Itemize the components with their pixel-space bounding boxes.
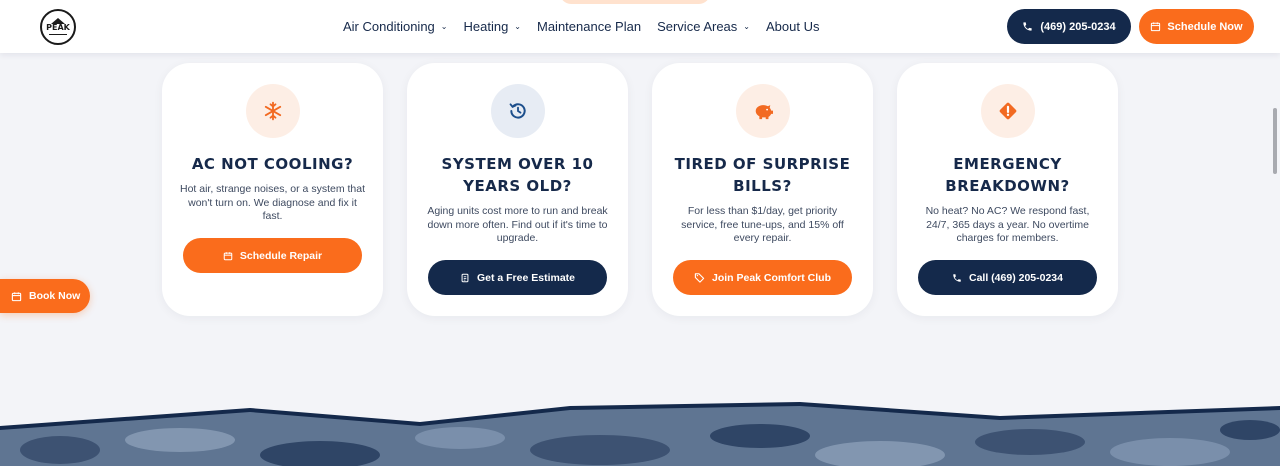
chevron-down-icon: ⌄ — [743, 22, 750, 31]
site-logo[interactable]: PEAK — [40, 9, 76, 45]
phone-number: (469) 205-0234 — [1040, 20, 1116, 33]
nav-item-maintenance-plan[interactable]: Maintenance Plan — [537, 19, 641, 34]
warning-icon — [999, 102, 1017, 120]
card-system-over-10-years: SYSTEM OVER 10 YEARS OLD? Aging units co… — [407, 63, 628, 316]
calendar-icon — [11, 291, 22, 301]
decorative-wave-section — [0, 402, 1280, 466]
button-label: Get a Free Estimate — [476, 271, 576, 284]
card-ac-not-cooling: AC NOT COOLING? Hot air, strange noises,… — [162, 63, 383, 316]
book-now-label: Book Now — [29, 290, 81, 302]
phone-icon — [1023, 22, 1032, 31]
snowflake-icon — [264, 101, 282, 121]
main-nav: Air Conditioning ⌄ Heating ⌄ Maintenance… — [343, 0, 835, 53]
card-body: Hot air, strange noises, or a system tha… — [180, 183, 366, 222]
nav-item-about-us[interactable]: About Us — [766, 19, 819, 34]
button-label: Call (469) 205-0234 — [969, 271, 1063, 284]
piggy-bank-icon — [755, 105, 773, 120]
schedule-now-label: Schedule Now — [1167, 20, 1243, 33]
card-title: EMERGENCY BREAKDOWN? — [945, 155, 1070, 195]
card-icon-circle — [736, 84, 790, 138]
join-comfort-club-button[interactable]: Join Peak Comfort Club — [673, 260, 852, 295]
nav-item-service-areas[interactable]: Service Areas ⌄ — [657, 19, 750, 34]
card-title: TIRED OF SURPRISE BILLS? — [674, 155, 851, 195]
card-title: AC NOT COOLING? — [191, 155, 354, 173]
document-icon — [461, 273, 469, 282]
card-body: No heat? No AC? We respond fast, 24/7, 3… — [925, 205, 1090, 244]
card-body: For less than $1/day, get priority servi… — [681, 205, 844, 244]
nav-item-heating[interactable]: Heating ⌄ — [463, 19, 521, 34]
nav-label: Service Areas — [657, 19, 738, 34]
card-emergency-breakdown: EMERGENCY BREAKDOWN? No heat? No AC? We … — [897, 63, 1118, 316]
chevron-down-icon: ⌄ — [514, 22, 521, 31]
scrollbar-thumb[interactable] — [1273, 108, 1277, 174]
card-body: Aging units cost more to run and break d… — [427, 205, 608, 244]
nav-label: About Us — [765, 19, 820, 34]
calendar-icon — [1151, 22, 1161, 32]
nav-label: Heating — [463, 19, 509, 34]
button-label: Join Peak Comfort Club — [711, 271, 831, 284]
phone-icon — [953, 273, 961, 282]
calendar-icon — [223, 251, 233, 260]
tag-icon — [694, 273, 705, 283]
schedule-repair-button[interactable]: Schedule Repair — [183, 238, 362, 273]
site-header: PEAK Air Conditioning ⌄ Heating ⌄ Mainte… — [0, 0, 1280, 53]
card-surprise-bills: TIRED OF SURPRISE BILLS? For less than $… — [652, 63, 873, 316]
logo-text: PEAK — [46, 22, 70, 32]
button-label: Schedule Repair — [239, 249, 323, 262]
book-now-tab[interactable]: Book Now — [0, 279, 90, 313]
nav-label: Air Conditioning — [343, 19, 435, 34]
nav-item-air-conditioning[interactable]: Air Conditioning ⌄ — [343, 19, 447, 34]
header-phone-button[interactable]: (469) 205-0234 — [1007, 9, 1131, 44]
card-icon-circle — [981, 84, 1035, 138]
logo-underline — [49, 33, 67, 35]
card-icon-circle — [246, 84, 300, 138]
schedule-now-button[interactable]: Schedule Now — [1139, 9, 1254, 44]
clock-history-icon — [509, 103, 526, 119]
call-button[interactable]: Call (469) 205-0234 — [918, 260, 1097, 295]
free-estimate-button[interactable]: Get a Free Estimate — [428, 260, 607, 295]
nav-label: Maintenance Plan — [537, 19, 642, 34]
card-title: SYSTEM OVER 10 YEARS OLD? — [441, 155, 594, 195]
card-icon-circle — [491, 84, 545, 138]
chevron-down-icon: ⌄ — [440, 22, 448, 31]
